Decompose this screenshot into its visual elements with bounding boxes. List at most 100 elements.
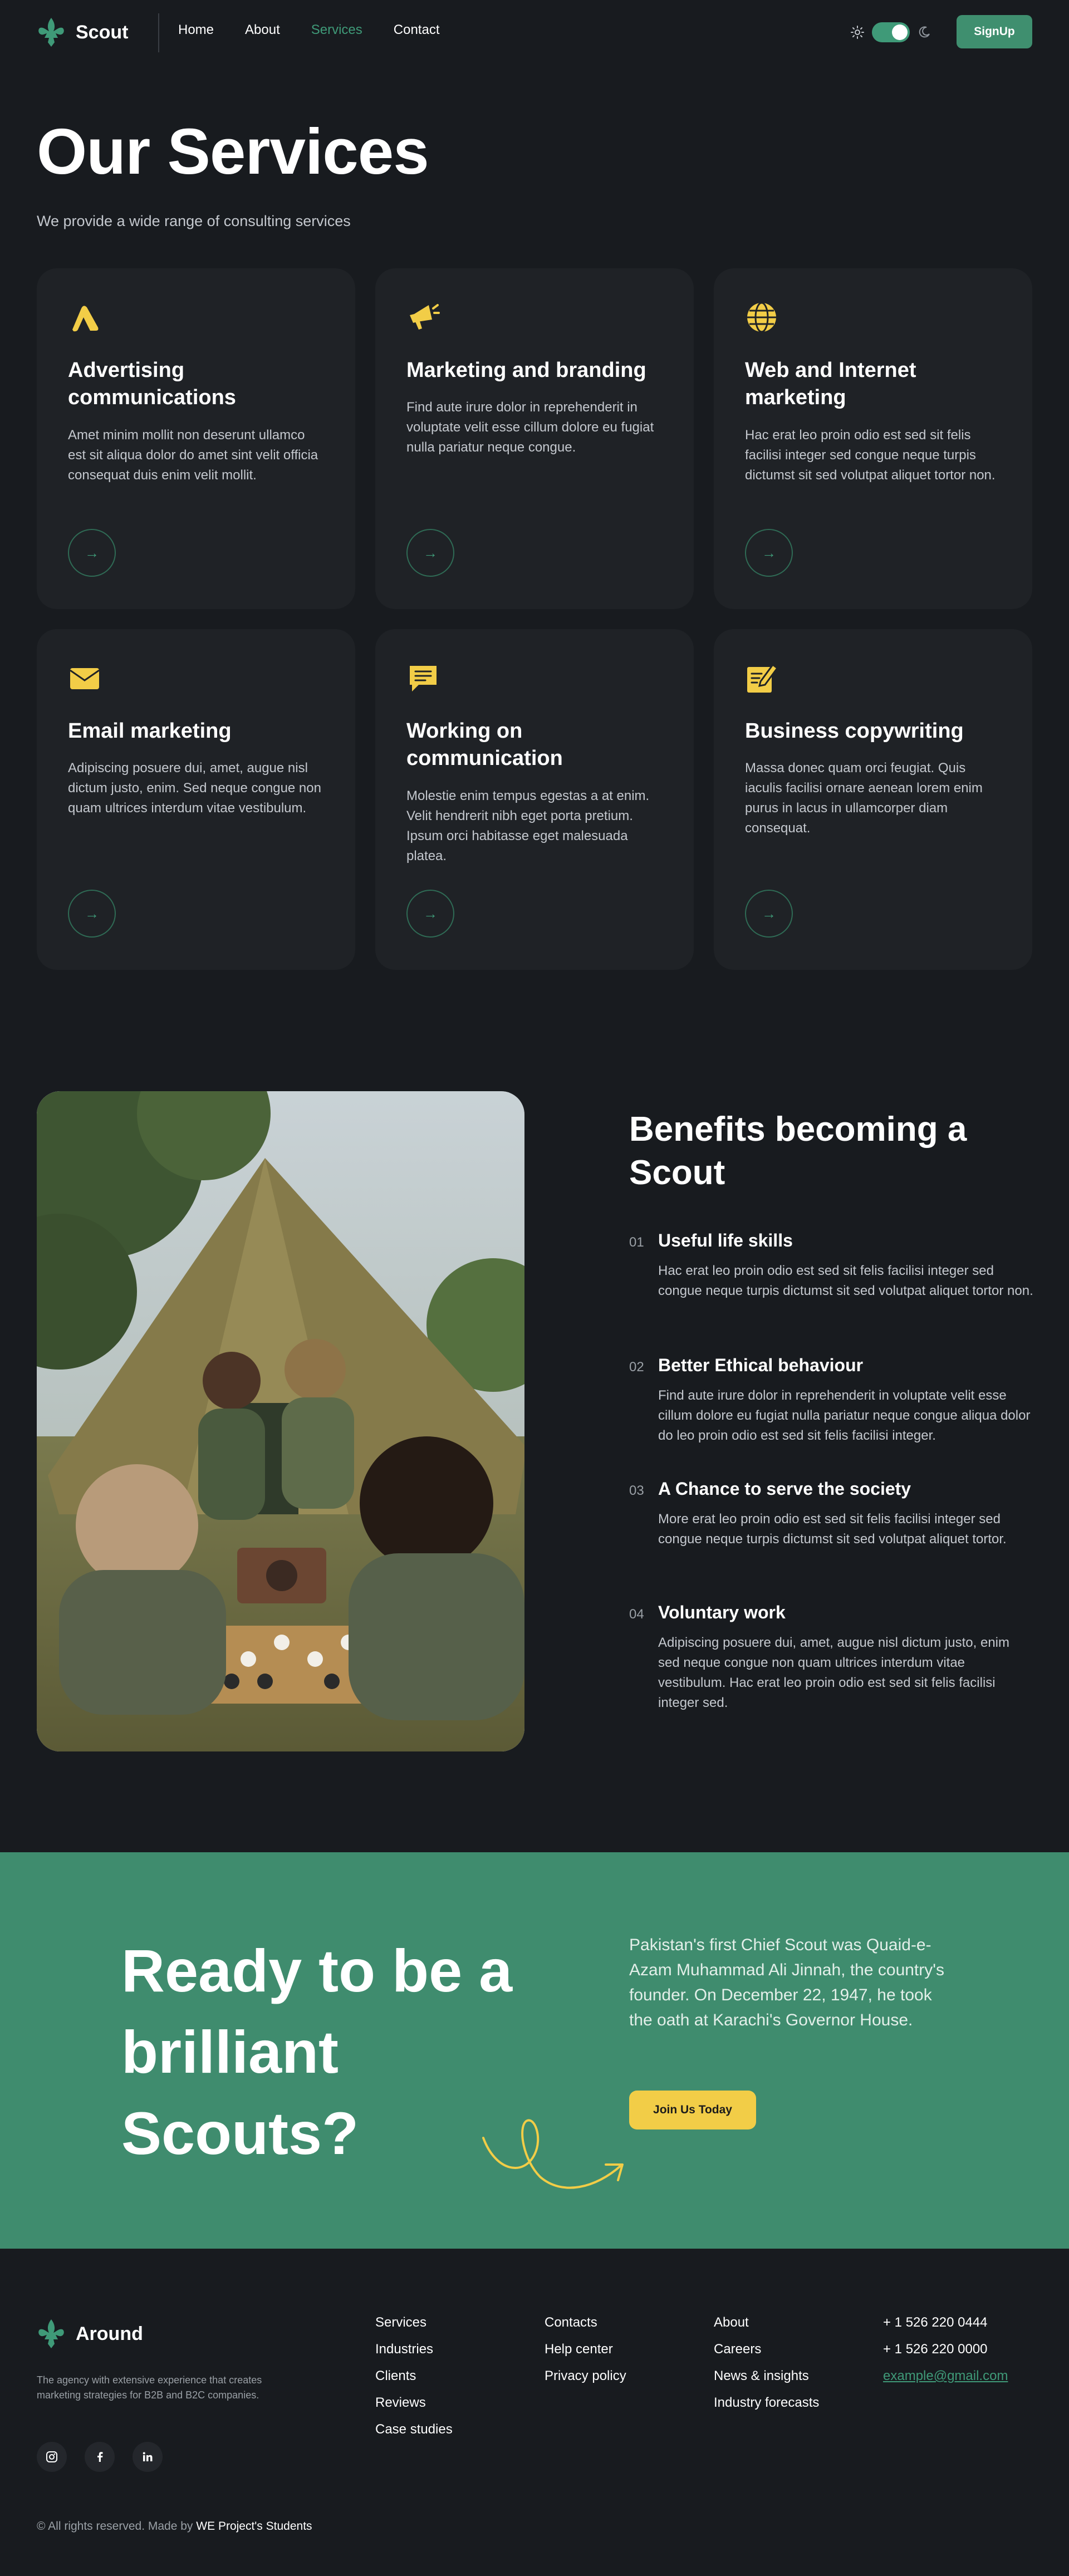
header-divider	[158, 13, 159, 52]
theme-toggle[interactable]	[872, 22, 910, 42]
benefit-text: Adipiscing posuere dui, amet, augue nisl…	[658, 1635, 1010, 1710]
arrow-right-icon: →	[762, 544, 776, 561]
chat-icon	[410, 666, 437, 691]
site-header: Scout Home About Services Contact SignUp	[0, 0, 1069, 65]
card-arrow-button[interactable]: →	[745, 890, 793, 938]
footer-links-col3: About Careers News & insights Industry f…	[714, 2316, 819, 2410]
squiggle-arrow-icon	[482, 2119, 624, 2189]
benefit-item: 02 Better Ethical behaviour Find aute iru…	[629, 1355, 1033, 1446]
footer-link-help-center[interactable]: Help center	[545, 2343, 626, 2356]
social-links	[37, 2442, 163, 2472]
advertising-icon	[72, 306, 99, 332]
scouts-photo	[37, 1091, 524, 1751]
nav-contact[interactable]: Contact	[394, 22, 440, 38]
card-title: Working on communication	[406, 719, 563, 771]
service-card-email: Email marketing Adipiscing posuere dui, …	[37, 629, 355, 970]
benefit-title: Better Ethical behaviour	[658, 1355, 864, 1375]
scouts-photo-illustration	[37, 1091, 524, 1751]
arrow-right-icon: →	[85, 544, 99, 561]
footer-contacts: + 1 526 220 0444 + 1 526 220 0000 exampl…	[883, 2316, 1008, 2383]
benefit-text: Find aute irure dolor in reprehenderit i…	[658, 1388, 1031, 1443]
benefit-number: 03	[629, 1483, 644, 1498]
copyright-author: WE Project's Students	[196, 2520, 312, 2533]
footer-link-forecasts[interactable]: Industry forecasts	[714, 2396, 819, 2410]
footer-logo[interactable]: Around	[37, 2318, 143, 2349]
signup-button[interactable]: SignUp	[957, 15, 1032, 48]
fleur-de-lis-icon	[38, 2319, 64, 2348]
card-arrow-button[interactable]: →	[406, 529, 454, 577]
card-title: Advertising communications	[68, 359, 236, 410]
moon-icon	[919, 26, 930, 38]
footer-links-col1: Services Industries Clients Reviews Case…	[375, 2316, 453, 2436]
footer-link-services[interactable]: Services	[375, 2316, 453, 2329]
card-text: Molestie enim tempus egestas a at enim. …	[406, 788, 650, 863]
service-card-web: Web and Internet marketing Hac erat leo …	[714, 268, 1032, 609]
card-arrow-button[interactable]: →	[406, 890, 454, 938]
benefit-title: Voluntary work	[658, 1602, 786, 1622]
card-title: Web and Internet marketing	[745, 359, 916, 410]
footer-links-col2: Contacts Help center Privacy policy	[545, 2316, 626, 2383]
benefit-text: Hac erat leo proin odio est sed sit feli…	[658, 1263, 1033, 1298]
footer-link-about[interactable]: About	[714, 2316, 819, 2329]
benefit-title: A Chance to serve the society	[658, 1479, 911, 1499]
card-title: Business copywriting	[745, 719, 964, 743]
copyright-text: © All rights reserved. Made by	[37, 2520, 193, 2533]
footer-link-clients[interactable]: Clients	[375, 2369, 453, 2383]
service-card-advertising: Advertising communications Amet minim mo…	[37, 268, 355, 609]
footer-email[interactable]: example@gmail.com	[883, 2369, 1008, 2383]
envelope-icon	[70, 668, 100, 689]
benefit-title: Useful life skills	[658, 1230, 793, 1250]
join-button[interactable]: Join Us Today	[629, 2091, 756, 2130]
nav-services[interactable]: Services	[311, 22, 362, 38]
service-card-communication: Working on communication Molestie enim t…	[375, 629, 694, 970]
arrow-right-icon: →	[85, 905, 99, 922]
footer-link-careers[interactable]: Careers	[714, 2343, 819, 2356]
benefit-text: More erat leo proin odio est sed sit fel…	[658, 1512, 1007, 1547]
instagram-icon[interactable]	[37, 2442, 67, 2472]
service-card-copywriting: Business copywriting Massa donec quam or…	[714, 629, 1032, 970]
benefit-item: 04 Voluntary work Adipiscing posuere dui,…	[629, 1602, 1033, 1713]
fleur-de-lis-icon	[38, 18, 64, 47]
brand-name: Scout	[76, 21, 129, 43]
globe-icon	[747, 302, 776, 333]
nav-about[interactable]: About	[245, 22, 280, 38]
footer-link-reviews[interactable]: Reviews	[375, 2396, 453, 2410]
sun-icon	[851, 26, 864, 39]
benefits-title: Benefits becoming a Scout	[629, 1110, 967, 1192]
card-title: Email marketing	[68, 719, 232, 743]
card-text: Massa donec quam orci feugiat. Quis iacu…	[745, 760, 983, 836]
services-subtitle: We provide a wide range of consulting se…	[37, 213, 351, 229]
footer-brand: Around	[76, 2323, 143, 2344]
card-text: Amet minim mollit non deserunt ullamco e…	[68, 427, 318, 483]
footer-link-case-studies[interactable]: Case studies	[375, 2423, 453, 2436]
services-title: Our Services	[37, 115, 429, 188]
facebook-icon[interactable]	[85, 2442, 115, 2472]
card-text: Find aute irure dolor in reprehenderit i…	[406, 400, 654, 455]
card-arrow-button[interactable]: →	[68, 890, 116, 938]
arrow-right-icon: →	[423, 905, 438, 922]
footer-link-industries[interactable]: Industries	[375, 2343, 453, 2356]
benefit-item: 01 Useful life skills Hac erat leo proin …	[629, 1230, 1033, 1301]
cta-text: Pakistan's first Chief Scout was Quaid-e…	[629, 1936, 944, 2029]
footer-link-privacy-policy[interactable]: Privacy policy	[545, 2369, 626, 2383]
theme-switch	[851, 22, 931, 42]
card-text: Hac erat leo proin odio est sed sit feli…	[745, 427, 996, 483]
benefit-number: 02	[629, 1360, 644, 1375]
card-text: Adipiscing posuere dui, amet, augue nisl…	[68, 760, 321, 816]
logo[interactable]: Scout	[37, 17, 128, 48]
footer-phone-1[interactable]: + 1 526 220 0444	[883, 2316, 1008, 2329]
card-arrow-button[interactable]: →	[68, 529, 116, 577]
edit-icon	[747, 663, 779, 693]
footer-description: The agency with extensive experience tha…	[37, 2374, 262, 2401]
card-arrow-button[interactable]: →	[745, 529, 793, 577]
linkedin-icon[interactable]	[133, 2442, 163, 2472]
megaphone-icon	[410, 304, 440, 330]
arrow-right-icon: →	[762, 905, 776, 922]
arrow-right-icon: →	[423, 544, 438, 561]
toggle-knob	[892, 24, 908, 40]
nav-home[interactable]: Home	[178, 22, 214, 38]
footer-link-contacts[interactable]: Contacts	[545, 2316, 626, 2329]
footer-link-news[interactable]: News & insights	[714, 2369, 819, 2383]
service-card-marketing: Marketing and branding Find aute irure d…	[375, 268, 694, 609]
footer-phone-2[interactable]: + 1 526 220 0000	[883, 2343, 1008, 2356]
